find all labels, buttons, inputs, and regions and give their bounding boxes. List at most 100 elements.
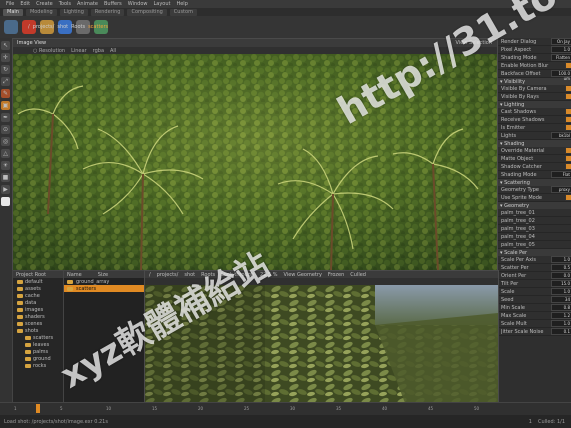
attribute-checkbox[interactable]	[565, 62, 571, 69]
files-column-header[interactable]: Size	[98, 272, 108, 278]
breadcrumb-item[interactable]: /	[28, 24, 30, 30]
attribute-value[interactable]: Flatten	[551, 54, 571, 61]
attribute-value[interactable]: 0.5	[551, 264, 571, 271]
menu-item-file[interactable]: File	[6, 1, 14, 7]
viewport-status[interactable]: Culled	[350, 272, 366, 278]
menu-item-tools[interactable]: Tools	[59, 1, 71, 7]
attribute-value[interactable]: 1.0	[551, 320, 571, 327]
snap-tool-icon[interactable]: △	[1, 149, 10, 158]
viewport-right-label[interactable]: Frozen	[328, 272, 344, 278]
menu-item-help[interactable]: Help	[176, 1, 187, 7]
attribute-checkbox[interactable]	[565, 194, 571, 201]
menu-item-animate[interactable]: Animate	[77, 1, 98, 7]
attribute-value[interactable]: Flat	[551, 171, 571, 178]
attribute-value[interactable]: 100.0 um	[551, 70, 571, 81]
tree-node[interactable]: shots	[13, 327, 63, 334]
menu-item-buffers[interactable]: Buffers	[104, 1, 122, 7]
section-shading[interactable]: ▾ Shading	[498, 140, 571, 147]
attribute-value[interactable]: 0.0	[551, 272, 571, 279]
image-viewport[interactable]: Image View View Selection ○ Resolution Li…	[12, 38, 499, 272]
rotate-tool-icon[interactable]: ↻	[1, 65, 10, 74]
attribute-checkbox[interactable]	[565, 124, 571, 131]
attribute-checkbox[interactable]	[565, 155, 571, 162]
menu-item-edit[interactable]: Edit	[20, 1, 30, 7]
viewport-zoom[interactable]: 22.5 %	[260, 272, 277, 278]
attribute-checkbox[interactable]	[565, 85, 571, 92]
tree-node[interactable]: images	[13, 306, 63, 313]
breadcrumb-item[interactable]: shot	[57, 24, 68, 30]
leaves-render[interactable]	[145, 285, 498, 403]
tree-node[interactable]: scenes	[13, 320, 63, 327]
viewport-option[interactable]: All	[110, 48, 116, 54]
tab-main[interactable]: Main	[3, 8, 23, 16]
section-scale-per[interactable]: ▾ Scale Per	[498, 249, 571, 256]
attribute-checkbox[interactable]	[565, 108, 571, 115]
handle-tool-icon[interactable]: ⊙	[1, 125, 10, 134]
attribute-value[interactable]: proxy	[551, 186, 571, 193]
viewport-path-item[interactable]: shot	[184, 272, 195, 278]
section-lighting[interactable]: ▾ Lighting	[498, 101, 571, 108]
brush-tool-icon[interactable]: ✎	[1, 89, 10, 98]
viewport-view-label[interactable]: View Geometry	[284, 272, 322, 278]
tree-node[interactable]: shaders	[13, 313, 63, 320]
tree-node[interactable]: ground	[13, 355, 63, 362]
view-selection-label[interactable]: View Selection	[456, 40, 493, 46]
attribute-checkbox[interactable]	[565, 116, 571, 123]
color-swatch-icon[interactable]	[1, 197, 10, 206]
attribute-checkbox[interactable]	[565, 163, 571, 170]
viewport-path-item[interactable]: projects/	[157, 272, 179, 278]
menu-item-window[interactable]: Window	[128, 1, 148, 7]
section-geometry[interactable]: ▾ Geometry	[498, 202, 571, 209]
tree-node[interactable]: data	[13, 299, 63, 306]
camera-tool-icon[interactable]: ■	[1, 173, 10, 182]
viewport-path-item[interactable]: /	[149, 272, 151, 278]
timeline-playhead[interactable]	[36, 404, 40, 413]
tree-node[interactable]: default	[13, 278, 63, 285]
tab-rendering[interactable]: Rendering	[90, 8, 125, 16]
tree-node[interactable]: leaves	[13, 341, 63, 348]
attribute-value[interactable]: 1.0	[551, 256, 571, 263]
attribute-value[interactable]: 34	[551, 296, 571, 303]
menu-item-layout[interactable]: Layout	[153, 1, 170, 7]
attribute-value[interactable]: 0.8	[551, 304, 571, 311]
pen-tool-icon[interactable]: ✒	[1, 113, 10, 122]
viewport-option[interactable]: rgba	[93, 48, 104, 54]
attribute-value[interactable]: 1.0	[551, 46, 571, 53]
move-tool-icon[interactable]: ✛	[1, 53, 10, 62]
files-column-header[interactable]: Name	[67, 272, 82, 278]
breadcrumb-selected[interactable]: scatters	[88, 24, 108, 30]
attribute-value[interactable]: On Jay	[551, 38, 571, 45]
attribute-value[interactable]: 0.1	[551, 328, 571, 335]
geometry-viewport[interactable]: / projects/shot Roots Look through 22.5 % Vie…	[144, 270, 499, 404]
viewport-option[interactable]: ○ Resolution	[33, 48, 65, 54]
attribute-value[interactable]: 1.0	[551, 288, 571, 295]
tab-compositing[interactable]: Compositing	[127, 8, 167, 16]
attribute-value[interactable]: 15.0	[551, 280, 571, 287]
tree-node[interactable]: scatters	[13, 334, 63, 341]
tab-custom[interactable]: Custom	[169, 8, 197, 16]
render-tool-icon[interactable]: ▶	[1, 185, 10, 194]
light-tool-icon[interactable]: ☀	[1, 161, 10, 170]
paint-tool-icon[interactable]: ▣	[1, 101, 10, 110]
viewport-option[interactable]: Linear	[71, 48, 87, 54]
tree-node[interactable]: assets	[13, 285, 63, 292]
scale-tool-icon[interactable]: ⤢	[1, 77, 10, 86]
menu-item-create[interactable]: Create	[36, 1, 53, 7]
attribute-checkbox[interactable]	[565, 93, 571, 100]
file-item[interactable]: scatters	[64, 285, 144, 292]
attribute-value[interactable]: bk1bl	[551, 132, 571, 139]
tree-node[interactable]: cache	[13, 292, 63, 299]
attribute-checkbox[interactable]	[565, 147, 571, 154]
attribute-value[interactable]: 1.2	[551, 312, 571, 319]
section-visibility[interactable]: ▾ Visibility	[498, 78, 571, 85]
breadcrumb-item[interactable]: projects/	[33, 24, 55, 30]
section-scattering[interactable]: ▾ Scattering	[498, 179, 571, 186]
tree-node[interactable]: palms	[13, 348, 63, 355]
jungle-render[interactable]	[13, 54, 498, 271]
viewport-path-item[interactable]: Roots	[201, 272, 215, 278]
view-tool-icon[interactable]: ◎	[1, 137, 10, 146]
viewport-camera[interactable]: Look through	[221, 272, 254, 278]
tab-modeling[interactable]: Modeling	[25, 8, 57, 16]
file-item[interactable]: ground_array	[64, 278, 144, 285]
select-tool-icon[interactable]: ↖	[1, 41, 10, 50]
